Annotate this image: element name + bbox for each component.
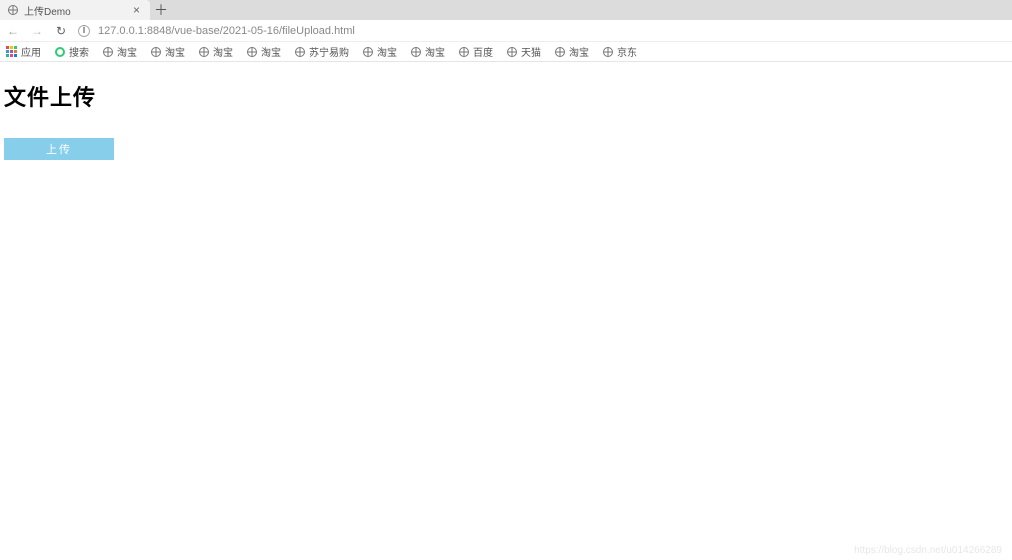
bookmark-label: 搜索 [69,44,89,59]
globe-icon [603,47,613,57]
bookmark-item[interactable]: 淘宝 [363,44,397,59]
back-icon[interactable]: ← [6,24,20,38]
page-title: 文件上传 [4,80,1008,112]
url-box[interactable]: i 127.0.0.1:8848/vue-base/2021-05-16/fil… [78,25,1006,37]
reload-icon[interactable]: ↻ [54,24,68,38]
apps-shortcut[interactable]: 应用 [6,44,41,59]
globe-icon [411,47,421,57]
globe-icon [507,47,517,57]
bookmark-label: 天猫 [521,44,541,59]
bookmark-item[interactable]: 淘宝 [103,44,137,59]
bookmark-label: 淘宝 [165,44,185,59]
address-bar: ← → ↻ i 127.0.0.1:8848/vue-base/2021-05-… [0,20,1012,42]
info-icon[interactable]: i [78,25,90,37]
apps-icon [6,46,17,57]
bookmark-label: 淘宝 [213,44,233,59]
upload-button[interactable]: 上传 [4,138,114,160]
close-icon[interactable]: × [131,3,142,17]
watermark: https://blog.csdn.net/u014266289 [854,545,1002,556]
bookmark-item[interactable]: 京东 [603,44,637,59]
bookmark-label: 淘宝 [569,44,589,59]
url-text: 127.0.0.1:8848/vue-base/2021-05-16/fileU… [98,25,355,37]
globe-icon [363,47,373,57]
bookmarks-bar: 应用 搜索 淘宝 淘宝 淘宝 淘宝 苏宁易购 淘宝 淘宝 百度 天猫 [0,42,1012,62]
qihoo-icon [55,47,65,57]
bookmark-item[interactable]: 百度 [459,44,493,59]
browser-tab[interactable]: 上传Demo × [0,0,150,20]
bookmark-item[interactable]: 搜索 [55,44,89,59]
bookmark-item[interactable]: 淘宝 [199,44,233,59]
globe-icon [247,47,257,57]
apps-label: 应用 [21,44,41,59]
bookmark-label: 百度 [473,44,493,59]
bookmark-item[interactable]: 淘宝 [151,44,185,59]
globe-icon [8,5,18,15]
bookmark-label: 淘宝 [261,44,281,59]
bookmark-label: 京东 [617,44,637,59]
page-content: 文件上传 上传 [0,62,1012,178]
new-tab-button[interactable]: ＋ [150,0,172,20]
bookmark-label: 淘宝 [377,44,397,59]
bookmark-item[interactable]: 苏宁易购 [295,44,349,59]
globe-icon [459,47,469,57]
globe-icon [199,47,209,57]
globe-icon [103,47,113,57]
bookmark-label: 淘宝 [117,44,137,59]
bookmark-item[interactable]: 淘宝 [247,44,281,59]
globe-icon [295,47,305,57]
bookmark-item[interactable]: 淘宝 [411,44,445,59]
globe-icon [151,47,161,57]
bookmark-item[interactable]: 淘宝 [555,44,589,59]
tab-title: 上传Demo [24,3,131,18]
bookmark-label: 淘宝 [425,44,445,59]
bookmark-label: 苏宁易购 [309,44,349,59]
forward-icon[interactable]: → [30,24,44,38]
tab-bar: 上传Demo × ＋ [0,0,1012,20]
globe-icon [555,47,565,57]
bookmark-item[interactable]: 天猫 [507,44,541,59]
